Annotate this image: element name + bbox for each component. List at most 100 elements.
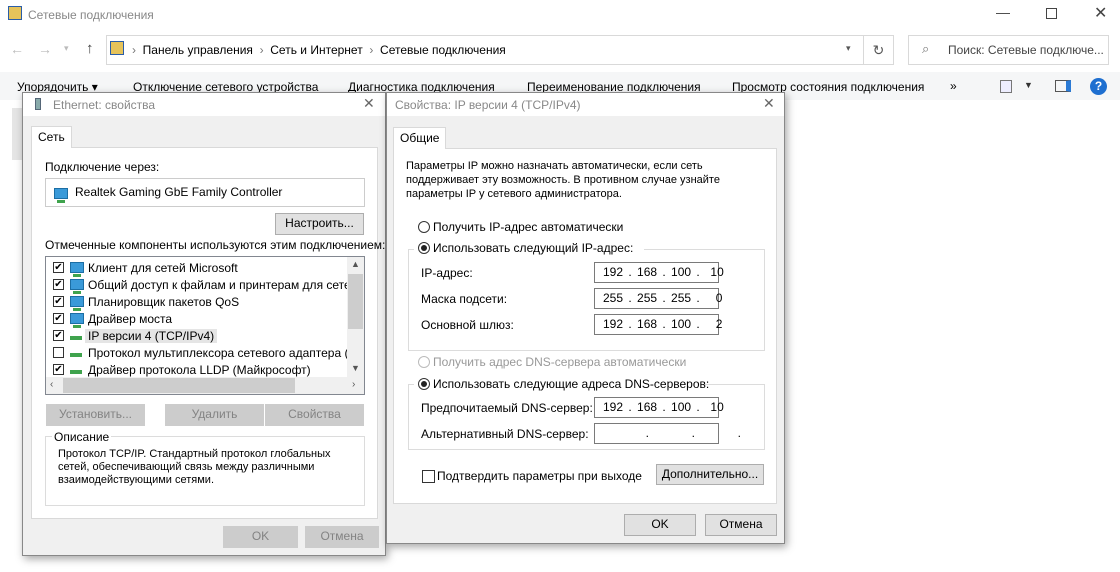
description-text: Протокол TCP/IP. Стандартный протокол гл… — [58, 448, 331, 487]
component-item[interactable]: ✔ Планировщик пакетов QoS — [46, 293, 346, 312]
toolbar-more[interactable]: » — [950, 79, 957, 93]
window-title: Сетевые подключения — [28, 8, 154, 22]
auto-dns-radio[interactable] — [418, 356, 430, 368]
cancel-button[interactable]: Отмена — [705, 514, 777, 536]
close-button[interactable]: ✕ — [363, 95, 375, 112]
preferred-dns-label: Предпочитаемый DNS-сервер: — [421, 401, 593, 415]
adapter-name: Realtek Gaming GbE Family Controller — [75, 185, 283, 199]
search-placeholder: Поиск: Сетевые подключе... — [948, 43, 1104, 57]
connect-via-label: Подключение через: — [45, 160, 160, 174]
vertical-scrollbar[interactable]: ▲ ▼ — [347, 257, 364, 377]
tab-general[interactable]: Общие — [393, 127, 447, 149]
component-item[interactable]: ✔ Драйвер протокола LLDP (Майкрософт) — [46, 361, 346, 378]
scroll-left-icon[interactable]: ‹ — [50, 379, 53, 390]
breadcrumb-item[interactable]: Панель управления — [143, 43, 253, 57]
address-dropdown-icon[interactable]: ▾ — [846, 43, 851, 54]
manual-ip-label[interactable]: Использовать следующий IP-адрес: — [433, 241, 633, 255]
preview-pane-icon[interactable] — [1055, 80, 1071, 92]
description-title: Описание — [52, 430, 112, 444]
ethernet-properties-dialog: Ethernet: свойства ✕ Сеть Подключение че… — [22, 92, 386, 556]
scroll-down-icon[interactable]: ▼ — [351, 363, 360, 373]
component-label: Драйвер протокола LLDP (Майкрософт) — [88, 363, 311, 377]
component-label: Планировщик пакетов QoS — [88, 295, 240, 309]
up-button[interactable]: ↑ — [86, 40, 94, 57]
components-label: Отмеченные компоненты используются этим … — [45, 238, 386, 252]
properties-button[interactable]: Свойства — [265, 404, 364, 426]
view-dropdown-icon[interactable]: ▼ — [1024, 80, 1033, 90]
folder-icon — [110, 41, 124, 55]
adapter-icon — [54, 186, 68, 204]
component-label: Клиент для сетей Microsoft — [88, 261, 238, 275]
close-button[interactable]: ✕ — [1094, 3, 1107, 23]
advanced-button[interactable]: Дополнительно... — [656, 464, 764, 485]
tab-panel: Подключение через: Realtek Gaming GbE Fa… — [31, 147, 385, 519]
maximize-button[interactable] — [1046, 8, 1057, 19]
breadcrumb-item[interactable]: Сеть и Интернет — [270, 43, 362, 57]
auto-ip-label[interactable]: Получить IP-адрес автоматически — [433, 220, 623, 234]
subnet-mask-field[interactable]: 255 . 255 . 255 . 0 — [594, 288, 722, 309]
component-item[interactable]: ✔ Драйвер моста — [46, 310, 346, 329]
help-icon[interactable]: ? — [1090, 78, 1107, 95]
ok-button[interactable]: OK — [223, 526, 298, 548]
manual-ip-radio[interactable] — [418, 242, 430, 254]
scroll-right-icon[interactable]: › — [352, 379, 355, 390]
breadcrumb-item[interactable]: Сетевые подключения — [380, 43, 506, 57]
component-label: Протокол мультиплексора сетевого адаптер… — [88, 346, 365, 360]
component-checkbox[interactable]: ✔ — [53, 279, 64, 290]
scroll-thumb[interactable] — [63, 378, 295, 393]
component-checkbox[interactable]: ✔ — [53, 262, 64, 273]
auto-ip-radio[interactable] — [418, 221, 430, 233]
component-checkbox[interactable]: ✔ — [53, 296, 64, 307]
breadcrumb: › Панель управления › Сеть и Интернет › … — [132, 43, 506, 57]
manual-dns-label[interactable]: Использовать следующие адреса DNS-сервер… — [433, 377, 709, 391]
cancel-button[interactable]: Отмена — [305, 526, 379, 548]
ethernet-icon — [35, 98, 41, 110]
validate-checkbox[interactable] — [422, 470, 435, 483]
gateway-label: Основной шлюз: — [421, 318, 514, 332]
tab-panel: Параметры IP можно назначать автоматичес… — [393, 148, 777, 504]
refresh-button[interactable]: ↻ — [863, 35, 894, 65]
remove-button[interactable]: Удалить — [165, 404, 264, 426]
auto-dns-label[interactable]: Получить адрес DNS-сервера автоматически — [433, 355, 686, 369]
horizontal-scrollbar[interactable]: ‹ › — [46, 377, 364, 394]
alternate-dns-field[interactable]: . . . — [594, 423, 741, 444]
component-checkbox[interactable] — [53, 347, 64, 358]
scroll-up-icon[interactable]: ▲ — [351, 259, 360, 269]
network-client-icon — [70, 277, 84, 295]
tab-network[interactable]: Сеть — [31, 126, 72, 148]
install-button[interactable]: Установить... — [46, 404, 145, 426]
manual-dns-radio[interactable] — [418, 378, 430, 390]
component-checkbox[interactable]: ✔ — [53, 313, 64, 324]
preferred-dns-field[interactable]: 192 . 168 . 100 . 10 — [594, 397, 724, 418]
protocol-icon — [70, 328, 82, 342]
description-line: взаимодействующими сетями. — [58, 474, 215, 486]
validate-label[interactable]: Подтвердить параметры при выходе — [437, 469, 642, 483]
component-label: Драйвер моста — [88, 312, 173, 326]
components-list: ✔ Клиент для сетей Microsoft ✔ Общий дост… — [45, 256, 365, 395]
intro-text: Параметры IP можно назначать автоматичес… — [406, 159, 720, 201]
intro-line: поддерживает эту возможность. В противно… — [406, 174, 720, 186]
close-button[interactable]: ✕ — [763, 95, 775, 112]
component-checkbox[interactable]: ✔ — [53, 364, 64, 375]
component-item[interactable]: Протокол мультиплексора сетевого адаптер… — [46, 344, 364, 361]
component-item[interactable]: ✔ Клиент для сетей Microsoft — [46, 259, 346, 278]
component-item[interactable]: ✔ Общий доступ к файлам и принтерам для … — [46, 276, 364, 295]
network-client-icon — [70, 311, 84, 329]
gateway-field[interactable]: 192 . 168 . 100 . 2 — [594, 314, 722, 335]
ip-address-field[interactable]: 192 . 168 . 100 . 10 — [594, 262, 724, 283]
component-checkbox[interactable]: ✔ — [53, 330, 64, 341]
configure-button[interactable]: Настроить... — [275, 213, 364, 235]
minimize-button[interactable]: — — [996, 4, 1010, 20]
description-line: Протокол TCP/IP. Стандартный протокол гл… — [58, 448, 331, 460]
back-button[interactable]: ← — [10, 41, 24, 57]
scroll-thumb[interactable] — [348, 274, 363, 329]
recent-chevron-icon[interactable]: ▾ — [64, 43, 69, 54]
ok-button[interactable]: OK — [624, 514, 696, 536]
alternate-dns-label: Альтернативный DNS-сервер: — [421, 427, 589, 441]
view-options-icon[interactable] — [1000, 80, 1012, 93]
intro-line: параметры IP у сетевого администратора. — [406, 188, 622, 200]
forward-button[interactable]: → — [38, 41, 52, 57]
app-icon — [8, 6, 22, 20]
component-item[interactable]: ✔ IP версии 4 (TCP/IPv4) — [46, 327, 346, 344]
subnet-mask-label: Маска подсети: — [421, 292, 508, 306]
